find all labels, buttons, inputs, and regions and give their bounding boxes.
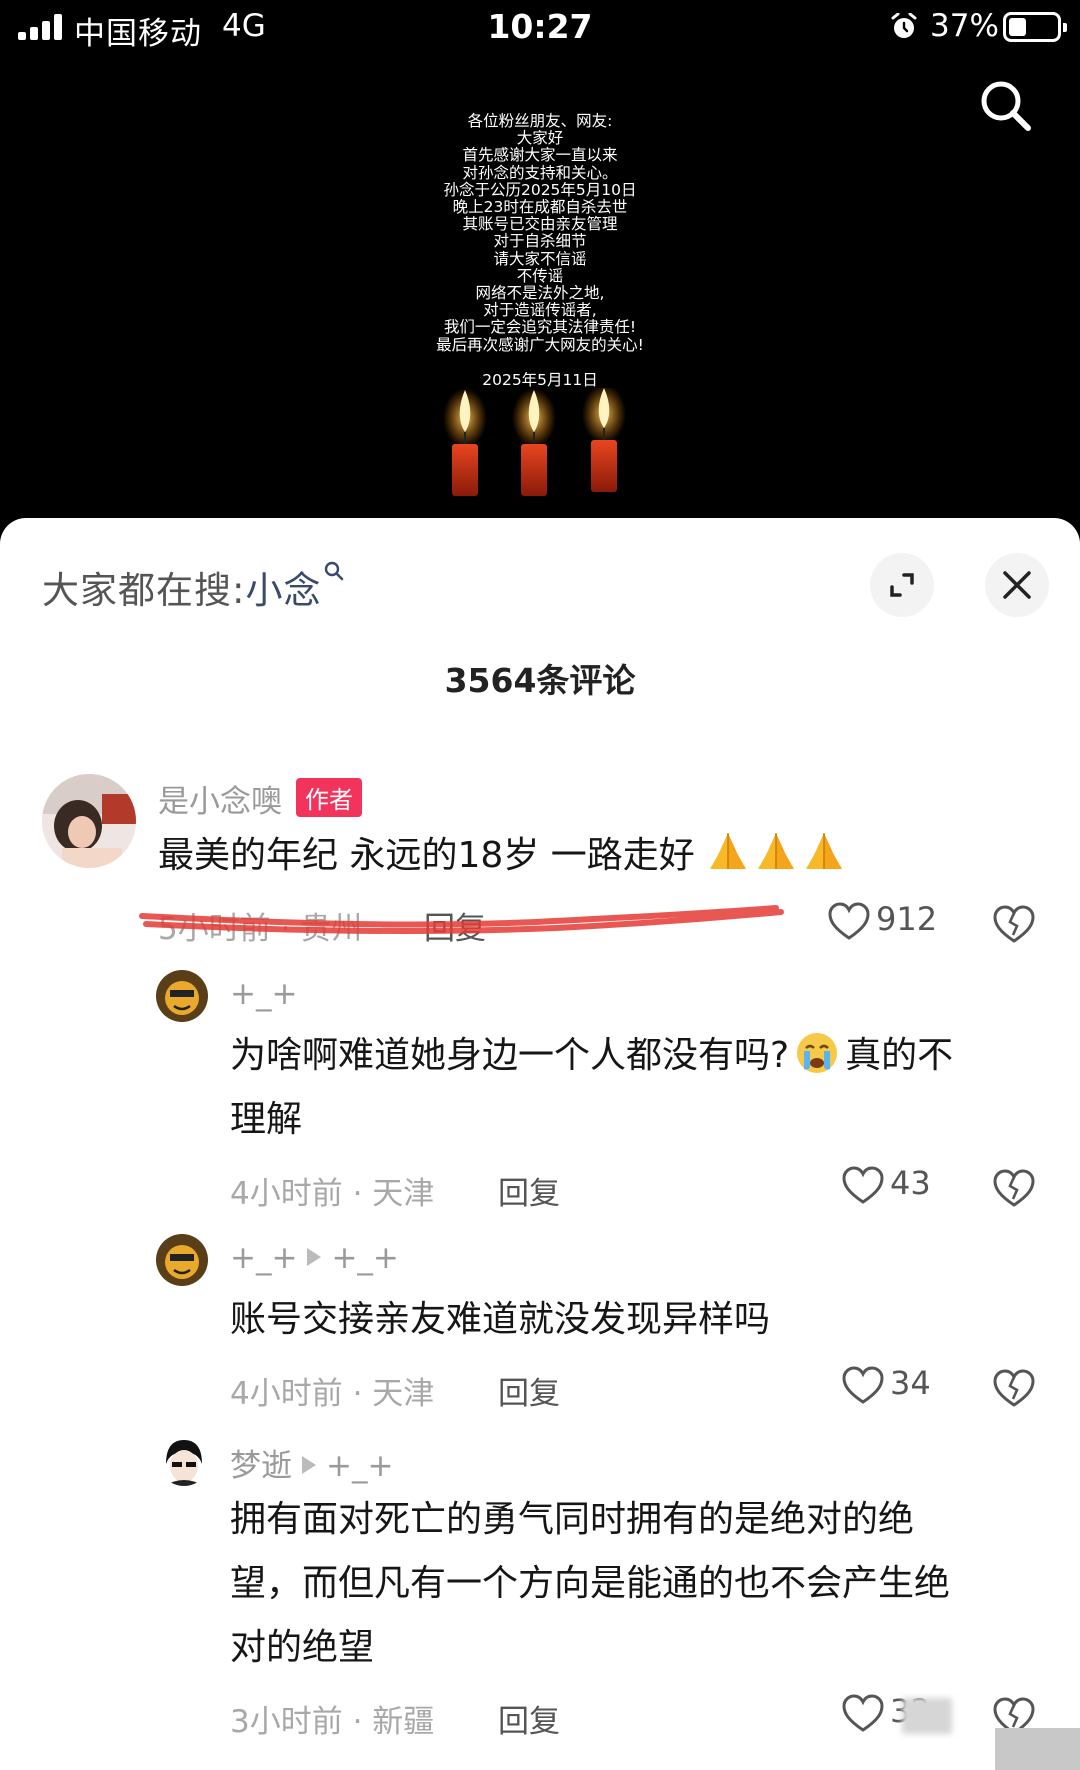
avatar[interactable] xyxy=(156,1234,208,1286)
like-count: 912 xyxy=(876,900,938,938)
notice-line: 对于自杀细节 xyxy=(493,232,587,251)
watermark-smudge xyxy=(902,1698,952,1734)
heart-icon xyxy=(842,1166,884,1204)
username[interactable]: +_+ +_+ xyxy=(230,1240,399,1276)
pray-emoji-icon xyxy=(758,833,795,869)
red-underline-annotation xyxy=(139,905,784,934)
comment-meta: 3小时前 · 新疆 xyxy=(230,1704,435,1740)
username[interactable]: +_+ xyxy=(230,976,297,1012)
corner-overlay xyxy=(995,1728,1080,1770)
notice-line: 我们一定会追究其法律责任! xyxy=(443,318,637,337)
heart-icon xyxy=(842,1694,884,1732)
notice-line: 各位粉丝朋友、网友: xyxy=(467,112,613,130)
trending-search[interactable]: 大家都在搜:小念 xyxy=(42,560,345,614)
comment-meta: 4小时前 · 天津 xyxy=(230,1376,435,1412)
notice-line: 晚上23时在成都自杀去世 xyxy=(452,198,628,217)
notice-line: 最后再次感谢广大网友的关心! xyxy=(436,335,644,354)
broken-heart-icon[interactable] xyxy=(992,1366,1036,1410)
comment-count: 3564条评论 xyxy=(444,661,636,700)
comment-text: 账号交接亲友难道就没发现异样吗 xyxy=(230,1299,771,1340)
comment-text: 最美的年纪 永远的18岁 一路走好 xyxy=(158,824,1018,888)
battery-icon xyxy=(1003,12,1067,42)
broken-heart-icon[interactable] xyxy=(992,1166,1036,1210)
notice-line: 孙念于公历2025年5月10日 xyxy=(443,180,637,199)
like-button[interactable]: 912 xyxy=(828,900,937,944)
crying-emoji-icon xyxy=(797,1033,838,1073)
avatar[interactable] xyxy=(156,970,208,1022)
pray-emoji-icon xyxy=(806,833,843,869)
candles-image xyxy=(443,388,626,496)
notice-line: 对于造谣传谣者, xyxy=(483,301,597,320)
reply-arrow-icon xyxy=(307,1248,322,1266)
notice-line: 请大家不信谣 xyxy=(493,249,587,268)
comment-text: 拥有面对死亡的勇气同时拥有的是绝对的绝 望，而但凡有一个方向是能通的也不会产生绝… xyxy=(230,1499,951,1668)
reply-button[interactable]: 回复 xyxy=(498,1696,560,1741)
like-count: 34 xyxy=(890,1364,931,1402)
alarm-icon xyxy=(891,13,917,38)
expand-icon xyxy=(890,573,914,597)
broken-heart-icon[interactable] xyxy=(992,902,1036,946)
comment-text: 为啥啊难道她身边一个人都没有吗? 真的不 理解 xyxy=(230,1024,1050,1152)
reply-button[interactable]: 回复 xyxy=(498,1368,560,1413)
trending-prefix: 大家都在搜: xyxy=(42,569,246,612)
avatar[interactable] xyxy=(158,1434,210,1486)
battery-percent: 37% xyxy=(930,8,999,44)
heart-icon xyxy=(842,1366,884,1404)
username[interactable]: 梦逝 +_+ xyxy=(230,1440,393,1485)
like-button[interactable]: 43 xyxy=(842,1164,942,1208)
memorial-notice: 各位粉丝朋友、网友: 大家好 首先感谢大家一直以来 对孙念的支持和关心。 孙念于公历20… xyxy=(0,112,1080,389)
author-badge: 作者 xyxy=(296,778,362,817)
heart-icon xyxy=(828,902,870,940)
close-button[interactable] xyxy=(985,553,1049,617)
comment-panel: 大家都在搜:小念 3564条评论 是小念噢 作者 最美的年纪 永远的18岁 一路… xyxy=(0,518,1080,1770)
comment-meta: 4小时前 · 天津 xyxy=(230,1176,435,1212)
username[interactable]: 是小念噢 作者 xyxy=(158,776,362,821)
clock: 10:27 xyxy=(487,7,593,46)
notice-line: 其账号已交由亲友管理 xyxy=(462,215,618,234)
avatar[interactable] xyxy=(42,774,136,868)
reply-arrow-icon xyxy=(302,1456,316,1474)
notice-line: 大家好 xyxy=(516,129,564,148)
trending-keyword[interactable]: 小念 xyxy=(245,569,321,612)
close-icon xyxy=(1003,571,1031,599)
search-icon xyxy=(325,561,344,581)
like-button[interactable]: 34 xyxy=(842,1364,942,1408)
like-count: 43 xyxy=(890,1164,931,1202)
status-bar: 中国移动 4G 10:27 37% xyxy=(0,0,1080,56)
reply-button[interactable]: 回复 xyxy=(498,1168,560,1213)
pray-emoji-icon xyxy=(710,833,747,869)
notice-date: 2025年5月11日 xyxy=(482,370,598,389)
notice-line: 对孙念的支持和关心。 xyxy=(462,163,618,182)
notice-text: 各位粉丝朋友、网友: 大家好 首先感谢大家一直以来 对孙念的支持和关心。 孙念于公历20… xyxy=(0,112,1080,354)
expand-button[interactable] xyxy=(870,553,934,617)
notice-line: 首先感谢大家一直以来 xyxy=(462,146,618,165)
notice-line: 不传谣 xyxy=(516,266,564,285)
notice-line: 网络不是法外之地, xyxy=(475,284,605,303)
